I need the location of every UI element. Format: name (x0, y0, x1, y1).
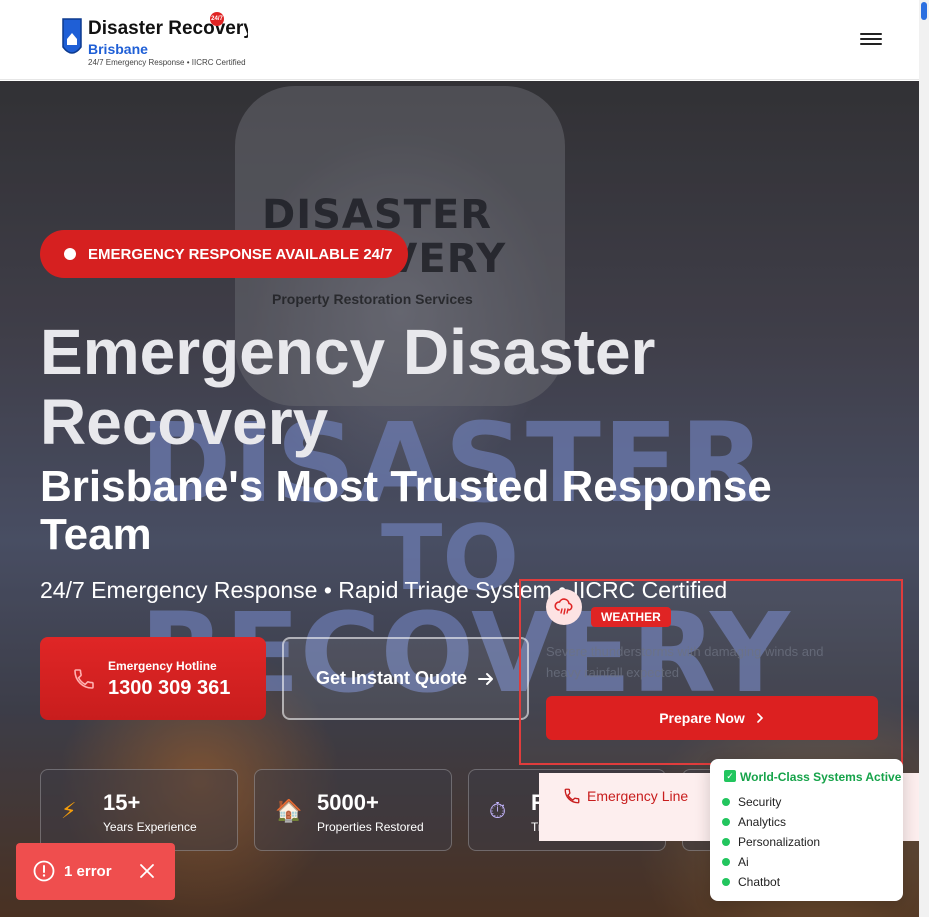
brand-tagline: 24/7 Emergency Response • IICRC Certifie… (88, 58, 246, 67)
status-dot-icon (722, 818, 730, 826)
weather-message: Severe thunderstorms with damaging winds… (546, 644, 824, 680)
arrow-right-icon (478, 672, 493, 685)
quote-label: Get Instant Quote (315, 668, 467, 688)
weather-badge: WEATHER (591, 607, 671, 627)
scrollbar-thumb[interactable] (921, 2, 927, 20)
emergency-pill-label: EMERGENCY RESPONSE AVAILABLE 24/7 (88, 245, 393, 263)
stat-card: ⚡ 15+ Years Experience (40, 769, 238, 851)
stat-value: 15+ (103, 790, 141, 815)
close-icon[interactable] (138, 862, 156, 880)
hamburger-icon[interactable] (860, 30, 882, 50)
storm-cloud-icon (546, 589, 582, 625)
prepare-now-button[interactable]: Prepare Now (546, 696, 878, 740)
system-item: Ai (722, 855, 749, 869)
system-item-label: Security (738, 795, 782, 809)
hotline-label: Emergency Hotline (108, 659, 217, 673)
brand-location: Brisbane (88, 41, 148, 57)
stat-label: Properties Restored (317, 820, 424, 834)
scrollbar[interactable] (919, 0, 929, 917)
get-quote-button[interactable]: Get Instant Quote (282, 637, 529, 720)
status-dot-icon (722, 798, 730, 806)
alert-circle-icon (33, 860, 55, 882)
badge-247: 24/7 (210, 12, 224, 26)
lightning-icon: ⚡ (61, 798, 77, 823)
brand-title[interactable]: Disaster Recovery (88, 18, 248, 40)
house-icon: 🏠 (275, 798, 303, 823)
system-item-label: Ai (738, 855, 749, 869)
live-dot-icon (64, 248, 76, 260)
system-item: Personalization (722, 835, 820, 849)
emergency-line-label: Emergency Line (587, 788, 689, 804)
hotline-number: 1300 309 361 (108, 677, 231, 699)
stat-card: 🏠 5000+ Properties Restored (254, 769, 452, 851)
error-count-label: 1 error (64, 863, 112, 880)
site-header: Disaster Recovery 24/7 Brisbane 24/7 Eme… (0, 0, 919, 80)
weather-alert-popup: WEATHER Severe thunderstorms with damagi… (519, 579, 903, 765)
status-dot-icon (722, 878, 730, 886)
system-item: Security (722, 795, 781, 809)
systems-status-panel: ✓ World-Class Systems Active Security An… (710, 759, 903, 901)
emergency-availability-pill: EMERGENCY RESPONSE AVAILABLE 24/7 (40, 230, 408, 278)
checkmark-icon: ✓ (724, 770, 736, 782)
page-title: Emergency Disaster Recovery (40, 316, 656, 458)
system-item-label: Personalization (738, 835, 821, 849)
systems-title: World-Class Systems Active (740, 770, 902, 784)
page-subtitle: Brisbane's Most Trusted Response Team (40, 462, 772, 559)
emergency-hotline-button[interactable]: Emergency Hotline 1300 309 361 (40, 637, 266, 720)
error-toast[interactable]: 1 error (16, 843, 175, 900)
stat-label: Years Experience (103, 820, 197, 834)
system-item-label: Chatbot (738, 875, 781, 889)
stat-value: 5000+ (317, 790, 379, 815)
phone-icon (564, 788, 580, 804)
prepare-now-label: Prepare Now (659, 710, 745, 726)
chevron-right-icon (756, 713, 763, 723)
stopwatch-icon: ⏱ (489, 798, 507, 823)
status-dot-icon (722, 838, 730, 846)
phone-icon (74, 669, 94, 689)
system-item: Chatbot (722, 875, 780, 889)
system-item: Analytics (722, 815, 786, 829)
shield-logo-icon[interactable] (62, 17, 82, 61)
status-dot-icon (722, 858, 730, 866)
system-item-label: Analytics (738, 815, 787, 829)
